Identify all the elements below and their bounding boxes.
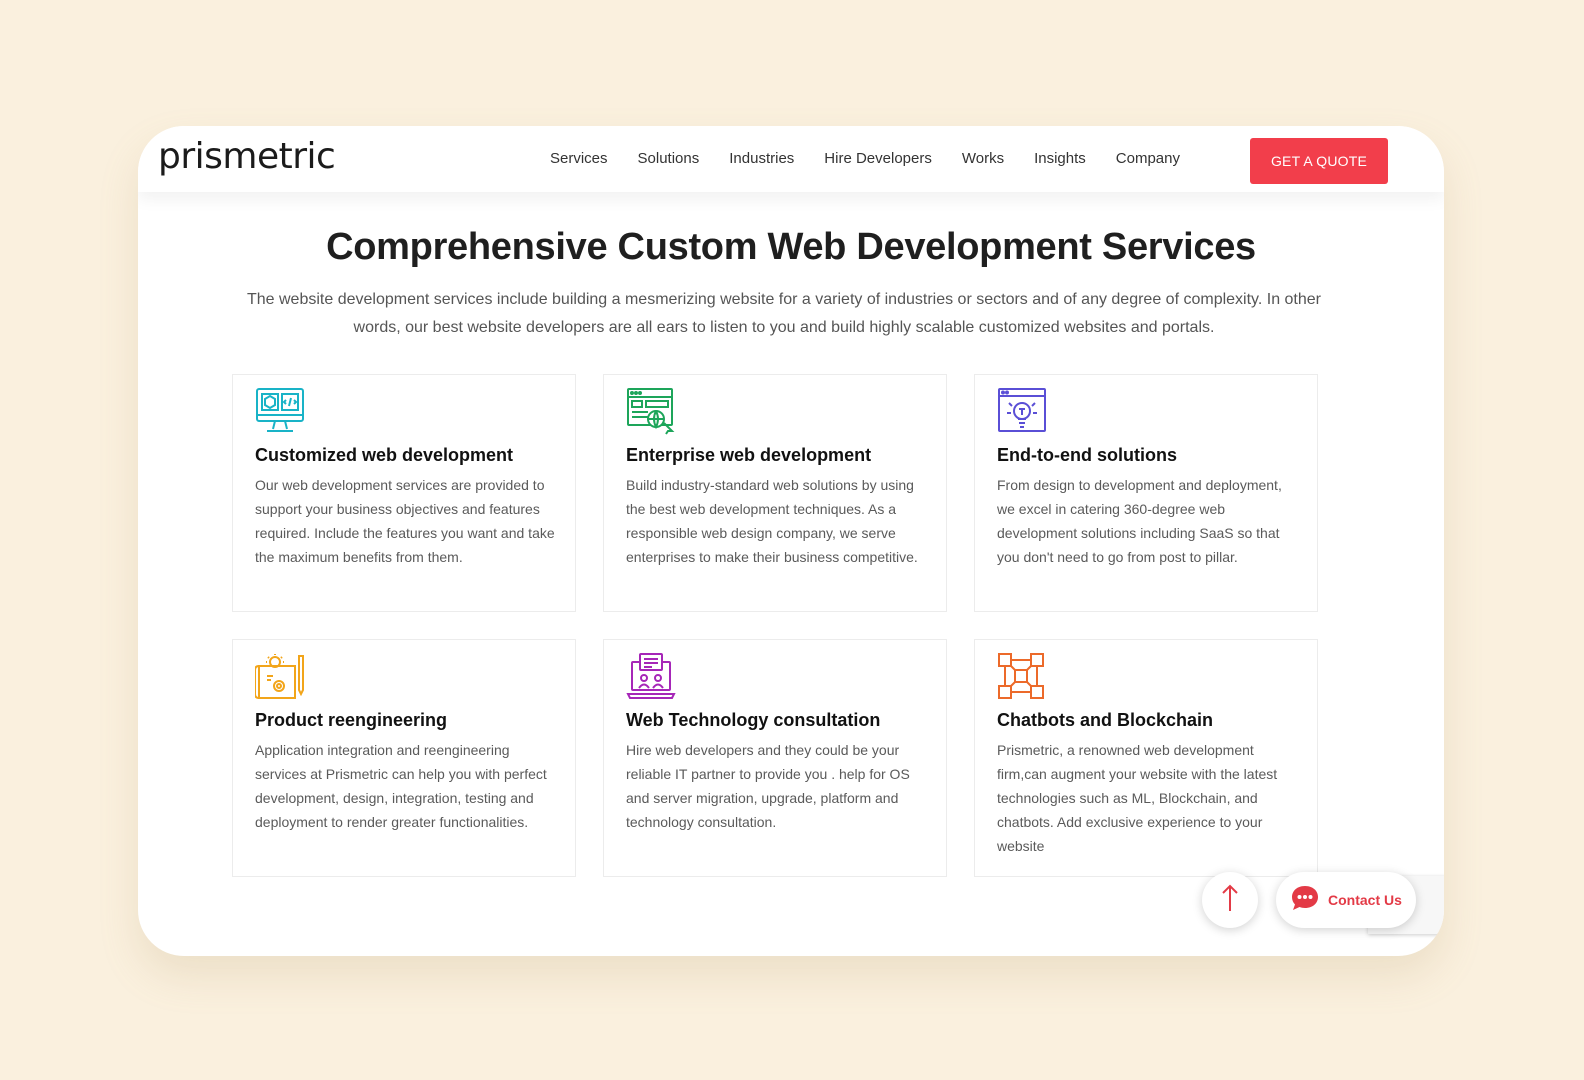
page-subtitle: The website development services include… [246, 291, 1321, 336]
laptop-chat-icon [626, 652, 676, 700]
nav-item-hire-developers[interactable]: Hire Developers [824, 150, 932, 167]
card-text: Build industry-standard web solutions by… [626, 477, 918, 565]
page-title: Comprehensive Custom Web Development Ser… [326, 226, 1256, 268]
card-text: Prismetric, a renowned web development f… [997, 742, 1278, 854]
scroll-to-top-button[interactable] [1202, 872, 1258, 928]
card-title: Enterprise web development [626, 445, 872, 465]
brand-logo[interactable]: prismetric [158, 136, 336, 177]
navbar: prismetric Services Solutions Industries… [138, 126, 1444, 192]
monitor-code-icon [255, 387, 305, 435]
get-a-quote-button[interactable]: GET A QUOTE [1250, 138, 1388, 184]
nav-item-works[interactable]: Works [962, 150, 1004, 167]
service-card[interactable]: Enterprise web development Build industr… [603, 374, 947, 612]
card-text: Hire web developers and they could be yo… [626, 742, 910, 830]
nav-item-services[interactable]: Services [550, 150, 608, 167]
contact-us-button[interactable]: Contact Us [1276, 872, 1416, 928]
website-window: prismetric Services Solutions Industries… [138, 126, 1444, 956]
blueprint-gear-icon [254, 652, 305, 700]
arrow-up-icon [1220, 883, 1240, 918]
card-title: Web Technology consultation [626, 710, 881, 730]
browser-bulb-icon [997, 387, 1047, 435]
service-card[interactable]: End-to-end solutions From design to deve… [974, 374, 1318, 612]
chat-bubble-icon [1290, 884, 1320, 917]
blockchain-icon [997, 652, 1047, 700]
nav-item-solutions[interactable]: Solutions [638, 150, 700, 167]
card-title: Product reengineering [255, 710, 448, 730]
contact-us-label: Contact Us [1328, 892, 1402, 908]
service-card[interactable]: Chatbots and Blockchain Prismetric, a re… [974, 639, 1318, 877]
main-nav: Services Solutions Industries Hire Devel… [550, 150, 1210, 167]
web-globe-icon [626, 387, 676, 435]
nav-item-industries[interactable]: Industries [729, 150, 794, 167]
card-text: Application integration and reengineerin… [255, 742, 547, 830]
nav-item-company[interactable]: Company [1116, 150, 1180, 167]
card-title: End-to-end solutions [997, 445, 1177, 465]
card-text: From design to development and deploymen… [997, 477, 1282, 565]
card-text: Our web development services are provide… [255, 477, 555, 565]
card-title: Customized web development [255, 445, 514, 465]
nav-item-insights[interactable]: Insights [1034, 150, 1086, 167]
service-card[interactable]: Customized web development Our web devel… [232, 374, 576, 612]
service-card[interactable]: Web Technology consultation Hire web dev… [603, 639, 947, 877]
service-card[interactable]: Product reengineering Application integr… [232, 639, 576, 877]
card-title: Chatbots and Blockchain [997, 710, 1214, 730]
